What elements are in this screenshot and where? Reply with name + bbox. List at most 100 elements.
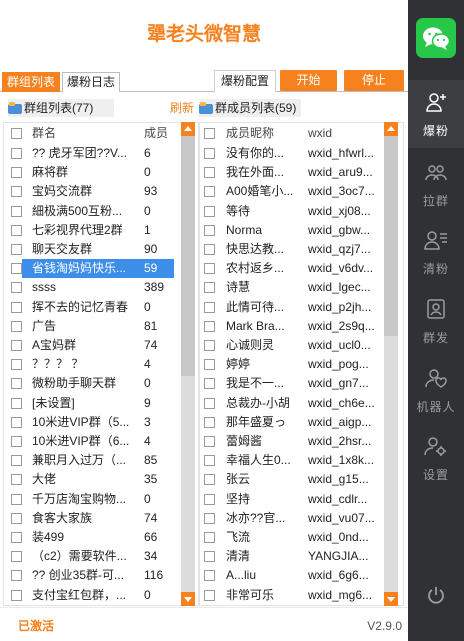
member-checkbox[interactable] [204,474,215,486]
member-row[interactable]: 张云 wxid_g15... [200,470,385,489]
member-row[interactable]: 那年盛夏っ wxid_aigp... [200,413,385,432]
member-checkbox[interactable] [204,397,215,409]
scroll-down-arrow-icon[interactable] [181,592,195,606]
member-row[interactable]: A00婚笔小... wxid_3oc7... [200,182,385,201]
member-checkbox[interactable] [204,532,215,543]
member-checkbox[interactable] [204,512,215,524]
member-checkbox[interactable] [204,436,215,447]
member-row[interactable]: 我是不一... wxid_gn7... [200,374,385,393]
group-row[interactable]: 省钱淘妈妈快乐... 59 [22,259,174,279]
group-checkbox[interactable] [11,224,22,236]
group-row[interactable]: 食客大家族 74 [4,509,182,528]
member-row[interactable]: 非常可乐 wxid_mg6... [200,586,385,605]
group-row[interactable]: 宝妈交流群 93 [4,182,182,201]
member-row[interactable]: 婷婷 wxid_pog... [200,355,385,374]
member-checkbox[interactable] [204,244,215,255]
group-row[interactable]: A宝妈群 74 [4,336,182,355]
group-checkbox[interactable] [11,570,22,582]
member-checkbox[interactable] [204,186,215,198]
group-row[interactable]: 大佬 35 [4,470,182,489]
group-row[interactable]: 千万店淘宝购物... 0 [4,490,182,509]
group-checkbox[interactable] [11,436,22,447]
group-table-scrollbar[interactable] [181,122,195,606]
member-row[interactable]: 快思达教... wxid_qzj7... [200,240,385,259]
scroll-down-arrow-icon[interactable] [384,592,398,606]
member-checkbox[interactable] [204,493,215,505]
power-icon[interactable] [426,585,446,605]
member-checkbox[interactable] [204,589,215,601]
start-button[interactable]: 开始 [280,70,337,91]
group-checkbox[interactable] [11,589,22,601]
nav-settings[interactable]: 设置 [408,424,464,492]
group-row[interactable]: 微粉助手聊天群 0 [4,374,182,393]
nav-qingfen[interactable]: 清粉 [408,218,464,286]
group-checkbox[interactable] [11,532,22,543]
nav-laqun[interactable]: 拉群 [408,150,464,218]
scroll-up-arrow-icon[interactable] [384,122,398,136]
member-checkbox[interactable] [204,359,215,371]
member-row[interactable]: 坚持 wxid_cdlr... [200,490,385,509]
group-row[interactable]: 装499 66 [4,528,182,547]
member-checkbox[interactable] [204,551,215,563]
member-checkbox[interactable] [204,455,215,467]
member-checkbox[interactable] [204,263,215,275]
group-row[interactable]: ssss 389 [4,278,182,297]
group-row[interactable]: 細极满500互粉... 0 [4,202,182,221]
group-row[interactable]: [未设置] 9 [4,394,182,413]
group-row[interactable]: 兼职月入过万（... 85 [4,451,182,470]
group-checkbox[interactable] [11,320,22,332]
group-checkbox[interactable] [11,416,22,428]
group-checkbox[interactable] [11,301,22,313]
select-all-members-checkbox[interactable] [204,128,215,139]
group-checkbox[interactable] [11,397,22,409]
member-row[interactable]: 此情可待... wxid_p2jh... [200,298,385,317]
member-row[interactable]: 朴妆小牛... wxid_rigw... [200,605,385,606]
group-checkbox[interactable] [11,474,22,486]
member-checkbox[interactable] [204,416,215,428]
member-table-scrollbar[interactable] [384,122,398,606]
group-row[interactable]: ?? 创业35群-可... 116 [4,566,182,585]
group-checkbox[interactable] [11,186,22,198]
tab-group-list[interactable]: 群组列表 [2,72,61,92]
group-checkbox[interactable] [11,340,22,351]
member-checkbox[interactable] [204,320,215,332]
member-checkbox[interactable] [204,378,215,390]
group-checkbox[interactable] [11,148,22,159]
member-row[interactable]: 等待 wxid_xj08... [200,202,385,221]
scroll-thumb[interactable] [181,136,195,376]
member-row[interactable]: 农村返乡... wxid_v6dv... [200,259,385,278]
member-checkbox[interactable] [204,148,215,159]
group-row[interactable]: 七彩视界代理2群 1 [4,221,182,240]
group-row[interactable]: 广告 81 [4,317,182,336]
group-checkbox[interactable] [11,512,22,524]
group-row[interactable]: （c2）需要软件... 34 [4,547,182,566]
member-row[interactable]: 冰亦??官... wxid_vu07... [200,509,385,528]
member-row[interactable]: 飞流 wxid_0nd... [200,528,385,547]
member-row[interactable]: 总裁办-小胡 wxid_ch6e... [200,394,385,413]
group-checkbox[interactable] [11,167,22,179]
group-row[interactable]: 聊天交友群 90 [4,240,182,259]
member-row[interactable]: 蕾姆酱 wxid_2hsr... [200,432,385,451]
refresh-link[interactable]: 刷新 [170,99,194,117]
stop-button[interactable]: 停止 [344,70,404,91]
group-row[interactable]: ？？？ ？ 4 [4,355,182,374]
tab-log[interactable]: 爆粉日志 [62,72,121,92]
group-row[interactable]: [未设置] 0 [4,605,182,606]
member-row[interactable]: 幸福人生0... wxid_1x8k... [200,451,385,470]
member-row[interactable]: A...liu wxid_6g6... [200,566,385,585]
group-row[interactable]: 10米进VIP群（6... 4 [4,432,182,451]
member-checkbox[interactable] [204,282,215,294]
group-row[interactable]: 10米进VIP群（5... 3 [4,413,182,432]
member-checkbox[interactable] [204,167,215,179]
group-checkbox[interactable] [11,378,22,390]
member-row[interactable]: Mark Bra... wxid_2s9q... [200,317,385,336]
member-row[interactable]: 我在外面... wxid_aru9... [200,163,385,182]
member-checkbox[interactable] [204,205,215,217]
member-row[interactable]: Norma wxid_gbw... [200,221,385,240]
select-all-groups-checkbox[interactable] [11,128,22,139]
member-checkbox[interactable] [204,224,215,236]
scroll-up-arrow-icon[interactable] [181,122,195,136]
group-row[interactable]: 挥不去的记忆青春 0 [4,298,182,317]
member-row[interactable]: 没有你的... wxid_hfwrl... [200,144,385,163]
group-checkbox[interactable] [11,359,22,371]
